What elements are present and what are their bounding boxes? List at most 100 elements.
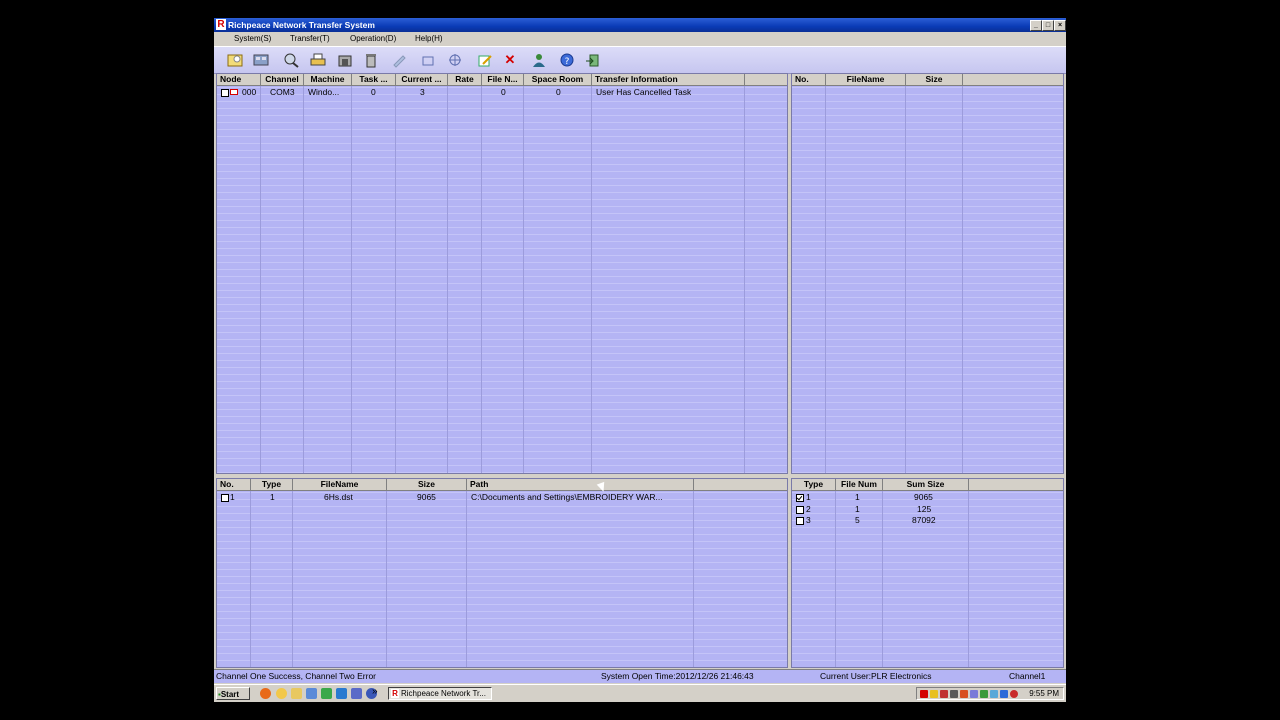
cell-space-room: 0 (556, 87, 561, 97)
col-file-n[interactable]: File N... (482, 74, 524, 86)
col-node[interactable]: Node (217, 74, 261, 86)
tray-icon[interactable] (980, 690, 988, 698)
transfer-icon[interactable] (336, 52, 354, 68)
cell-machine: Windo... (308, 87, 340, 97)
taskbar-app-button[interactable]: R Richpeace Network Tr... (388, 687, 492, 700)
tray-icon[interactable] (940, 690, 948, 698)
status-current-user: Current User:PLR Electronics (820, 671, 932, 681)
status-open-time: System Open Time:2012/12/26 21:46:43 (601, 671, 754, 681)
grid-line (835, 491, 836, 667)
richpeace-tray-icon[interactable] (920, 690, 928, 698)
app-logo-icon: R (216, 19, 226, 30)
type-checkbox[interactable] (796, 506, 804, 514)
row-checkbox[interactable] (221, 89, 229, 97)
network-icon[interactable] (252, 52, 270, 68)
grid-line (905, 86, 906, 473)
cell-size: 9065 (417, 492, 436, 502)
title-bar[interactable]: R Richpeace Network Transfer System _ □ … (214, 18, 1066, 32)
col-current[interactable]: Current ... (396, 74, 448, 86)
grid-line (303, 86, 304, 473)
menu-transfer[interactable]: Transfer(T) (290, 33, 330, 44)
status-channel: Channel1 (1009, 671, 1046, 681)
col-path[interactable]: Path (467, 479, 694, 491)
smiley-icon[interactable] (276, 688, 287, 699)
exit-icon[interactable] (584, 52, 602, 68)
toolbar: ✕ ? (214, 46, 1066, 74)
col-no[interactable]: No. (217, 479, 251, 491)
start-button[interactable]: ▪Start (216, 687, 250, 700)
maximize-button[interactable]: □ (1042, 20, 1054, 31)
tray-icon[interactable] (1000, 690, 1008, 698)
ie-icon[interactable] (336, 688, 347, 699)
excel-icon[interactable] (321, 688, 332, 699)
grid-line (292, 491, 293, 667)
grid-line (351, 86, 352, 473)
grid-line (395, 86, 396, 473)
cell-task: 0 (371, 87, 376, 97)
search-icon[interactable] (282, 52, 300, 68)
type-checkbox[interactable] (796, 494, 804, 502)
security-icon[interactable] (1010, 690, 1018, 698)
close-button[interactable]: × (1054, 20, 1066, 31)
desktop-icon[interactable] (351, 688, 362, 699)
grid-line (260, 86, 261, 473)
cancel-icon[interactable]: ✕ (501, 52, 519, 68)
cell-file-num: 5 (855, 515, 860, 525)
menu-operation[interactable]: Operation(D) (350, 33, 396, 44)
grid-line (825, 86, 826, 473)
edit-icon[interactable] (476, 52, 494, 68)
col-filename[interactable]: FileName (826, 74, 906, 86)
col-channel[interactable]: Channel (261, 74, 304, 86)
header-filler (694, 479, 787, 491)
grid-line (744, 86, 745, 473)
grid-line (466, 491, 467, 667)
cell-node: 000 (242, 87, 257, 97)
svg-text:?: ? (565, 57, 570, 67)
col-rate[interactable]: Rate (448, 74, 482, 86)
header-filler (963, 74, 1063, 86)
volume-icon[interactable] (970, 690, 978, 698)
user-icon[interactable] (530, 52, 548, 68)
col-type[interactable]: Type (792, 479, 836, 491)
col-no[interactable]: No. (792, 74, 826, 86)
cell-transfer-info: User Has Cancelled Task (596, 87, 692, 97)
col-size[interactable]: Size (387, 479, 467, 491)
target-icon[interactable] (446, 52, 464, 68)
select-icon[interactable] (390, 52, 408, 68)
cell-path: C:\Documents and Settings\EMBROIDERY WAR… (471, 492, 663, 502)
delete-icon[interactable] (362, 52, 380, 68)
cell-type: 3 (806, 515, 811, 525)
help-icon[interactable]: ? (558, 52, 576, 68)
cell-channel: COM3 (270, 87, 295, 97)
type-checkbox[interactable] (796, 517, 804, 525)
col-size[interactable]: Size (906, 74, 963, 86)
col-transfer-information[interactable]: Transfer Information (592, 74, 745, 86)
col-space-room[interactable]: Space Room (524, 74, 592, 86)
tray-icon[interactable] (960, 690, 968, 698)
cell-type: 1 (806, 492, 811, 502)
row-checkbox[interactable] (221, 494, 229, 502)
window-title: Richpeace Network Transfer System (228, 20, 375, 30)
col-file-num[interactable]: File Num (836, 479, 883, 491)
col-sum-size[interactable]: Sum Size (883, 479, 969, 491)
col-type[interactable]: Type (251, 479, 293, 491)
network-tray-icon[interactable] (990, 690, 998, 698)
app-launcher-icon[interactable] (306, 688, 317, 699)
minimize-button[interactable]: _ (1030, 20, 1042, 31)
tray-icon[interactable] (950, 690, 958, 698)
col-task[interactable]: Task ... (352, 74, 396, 86)
tray-icon[interactable] (930, 690, 938, 698)
col-filename[interactable]: FileName (293, 479, 387, 491)
printer-icon[interactable] (309, 52, 327, 68)
taskbar-clock: 9:55 PM (1029, 689, 1059, 698)
menu-help[interactable]: Help(H) (415, 33, 443, 44)
menu-system[interactable]: System(S) (234, 33, 271, 44)
cell-file-num: 1 (855, 504, 860, 514)
quicklaunch-more-icon[interactable]: » (372, 686, 378, 698)
open-icon[interactable] (226, 52, 244, 68)
col-machine[interactable]: Machine (304, 74, 352, 86)
folder-icon[interactable] (291, 688, 302, 699)
frame-icon[interactable] (420, 52, 438, 68)
firefox-icon[interactable] (260, 688, 271, 699)
node-status-icon (230, 89, 238, 95)
